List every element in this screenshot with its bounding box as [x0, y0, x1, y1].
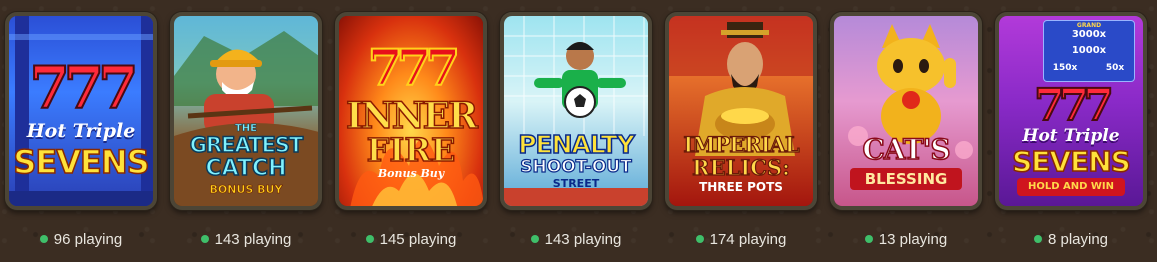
logo-title: GREATEST — [189, 133, 304, 157]
online-dot-icon — [365, 235, 374, 243]
player-count-text: 13 playing — [878, 231, 948, 248]
jackpot-mini-value: 50x — [1105, 63, 1125, 73]
logo-badge: Bonus Buy — [377, 167, 445, 180]
player-count-text: 8 playing — [1047, 231, 1109, 248]
logo-subtitle: SEVENS — [13, 143, 151, 181]
online-dot-icon — [1033, 235, 1042, 243]
game-card[interactable]: CAT'S BLESSING — [830, 12, 982, 210]
game-thumbnail-penalty-shoot-out-street: PENALTY SHOOT-OUT STREET — [504, 16, 648, 206]
game-card[interactable]: GRAND 3000x 1000x 150x 50x 777 Hot Tripl… — [995, 12, 1147, 210]
player-count-text: 174 playing — [709, 231, 787, 248]
game-thumbnail-inner-fire-bonus-buy: 777 INNER FIRE Bonus Buy — [339, 16, 483, 206]
online-dot-icon — [864, 235, 873, 243]
game-thumbnail-the-greatest-catch-bonus-buy: THE GREATEST CATCH BONUS BUY — [174, 16, 318, 206]
logo-title: IMPERIAL — [683, 132, 800, 157]
logo-sevens: 777 — [1033, 79, 1115, 132]
online-dot-icon — [695, 235, 704, 243]
logo-subtitle: CATCH — [205, 156, 288, 181]
game-card[interactable]: 777 Hot Triple SEVENS — [5, 12, 157, 210]
jackpot-grand-value: 3000x — [1071, 29, 1107, 40]
logo-badge: HOLD AND WIN — [1027, 181, 1115, 192]
logo-badge: BONUS BUY — [209, 183, 283, 196]
logo-title: INNER — [345, 95, 479, 137]
online-dot-icon — [530, 235, 539, 243]
player-count-text: 96 playing — [53, 231, 123, 248]
player-count-text: 145 playing — [379, 231, 457, 248]
game-thumbnail-hot-triple-sevens: 777 Hot Triple SEVENS — [9, 16, 153, 206]
logo-subtitle: BLESSING — [864, 170, 948, 188]
online-dot-icon — [39, 235, 48, 243]
player-count: 13 playing — [830, 230, 982, 250]
logo-sevens: 777 — [367, 37, 461, 98]
online-dot-icon — [200, 235, 209, 243]
player-count: 174 playing — [665, 230, 817, 250]
player-count: 143 playing — [500, 230, 652, 250]
logo-subtitle: FIRE — [366, 131, 456, 169]
logo-subtitle: SHOOT-OUT — [520, 157, 633, 177]
game-thumbnail-hot-triple-sevens-hold-and-win: GRAND 3000x 1000x 150x 50x 777 Hot Tripl… — [999, 16, 1143, 206]
logo-title: Hot Triple — [1022, 126, 1120, 146]
logo-badge: THREE POTS — [699, 180, 783, 194]
logo-badge: STREET — [552, 177, 600, 190]
logo-subtitle: RELICS: — [692, 155, 791, 180]
player-count-text: 143 playing — [214, 231, 292, 248]
game-thumbnail-cats-blessing: CAT'S BLESSING — [834, 16, 978, 206]
jackpot-minor-value: 150x — [1052, 63, 1078, 73]
player-count: 145 playing — [335, 230, 487, 250]
logo-title: PENALTY — [517, 130, 635, 159]
game-card[interactable]: 777 INNER FIRE Bonus Buy — [335, 12, 487, 210]
player-count: 143 playing — [170, 230, 322, 250]
logo-title: Hot Triple — [26, 120, 136, 142]
player-count: 8 playing — [995, 230, 1147, 250]
player-count: 96 playing — [5, 230, 157, 250]
game-card[interactable]: IMPERIAL RELICS: THREE POTS — [665, 12, 817, 210]
player-count-text: 143 playing — [544, 231, 622, 248]
game-card[interactable]: THE GREATEST CATCH BONUS BUY — [170, 12, 322, 210]
logo-sevens: 777 — [28, 53, 139, 123]
logo-title: CAT'S — [862, 133, 952, 166]
game-thumbnail-imperial-relics-three-pots: IMPERIAL RELICS: THREE POTS — [669, 16, 813, 206]
game-card[interactable]: PENALTY SHOOT-OUT STREET — [500, 12, 652, 210]
logo-subtitle: SEVENS — [1011, 145, 1131, 178]
jackpot-major-value: 1000x — [1071, 45, 1107, 56]
